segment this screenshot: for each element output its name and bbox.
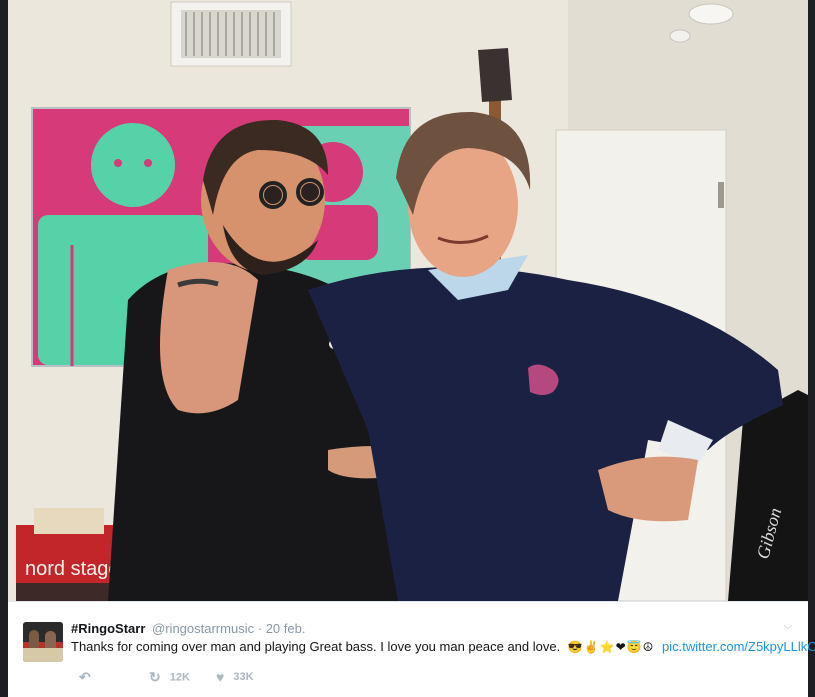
smoke-detector-icon bbox=[688, 3, 734, 25]
tweet-emojis: 😎✌⭐❤😇☮ bbox=[567, 640, 655, 654]
reply-icon: ↶ bbox=[79, 669, 91, 685]
retweet-count: 12K bbox=[169, 671, 190, 684]
retweet-icon: ↻ bbox=[149, 669, 161, 685]
tweet-date[interactable]: 20 feb. bbox=[266, 621, 306, 636]
display-name[interactable]: #RingoStarr bbox=[71, 621, 145, 636]
tweet-header: #RingoStarr @ringostarrmusic · 20 feb. bbox=[71, 621, 305, 636]
like-count: 33K bbox=[233, 671, 254, 683]
photo-scene: Gibson nord stage bbox=[8, 0, 808, 601]
retweet-button[interactable]: ↻ 12K bbox=[149, 669, 190, 686]
reply-button[interactable]: ↶ bbox=[79, 669, 97, 686]
heart-icon: ♥ bbox=[216, 669, 225, 685]
avatar[interactable] bbox=[23, 622, 63, 662]
tweet-photo[interactable]: Gibson nord stage bbox=[8, 0, 808, 601]
chevron-down-icon[interactable]: ⌵ bbox=[784, 620, 792, 633]
tweet-text: Thanks for coming over man and playing G… bbox=[71, 639, 815, 654]
tweet-body: Thanks for coming over man and playing G… bbox=[71, 639, 561, 654]
handle[interactable]: @ringostarrmusic bbox=[152, 621, 254, 636]
tweet-card: #RingoStarr @ringostarrmusic · 20 feb. ⌵… bbox=[8, 601, 815, 697]
tweet-link[interactable]: pic.twitter.com/Z5kpyLLlkO bbox=[662, 639, 815, 654]
like-button[interactable]: ♥ 33K bbox=[216, 669, 254, 685]
separator: · bbox=[257, 621, 263, 636]
vent-icon bbox=[170, 1, 292, 67]
svg-text:nord stage: nord stage bbox=[25, 558, 120, 580]
